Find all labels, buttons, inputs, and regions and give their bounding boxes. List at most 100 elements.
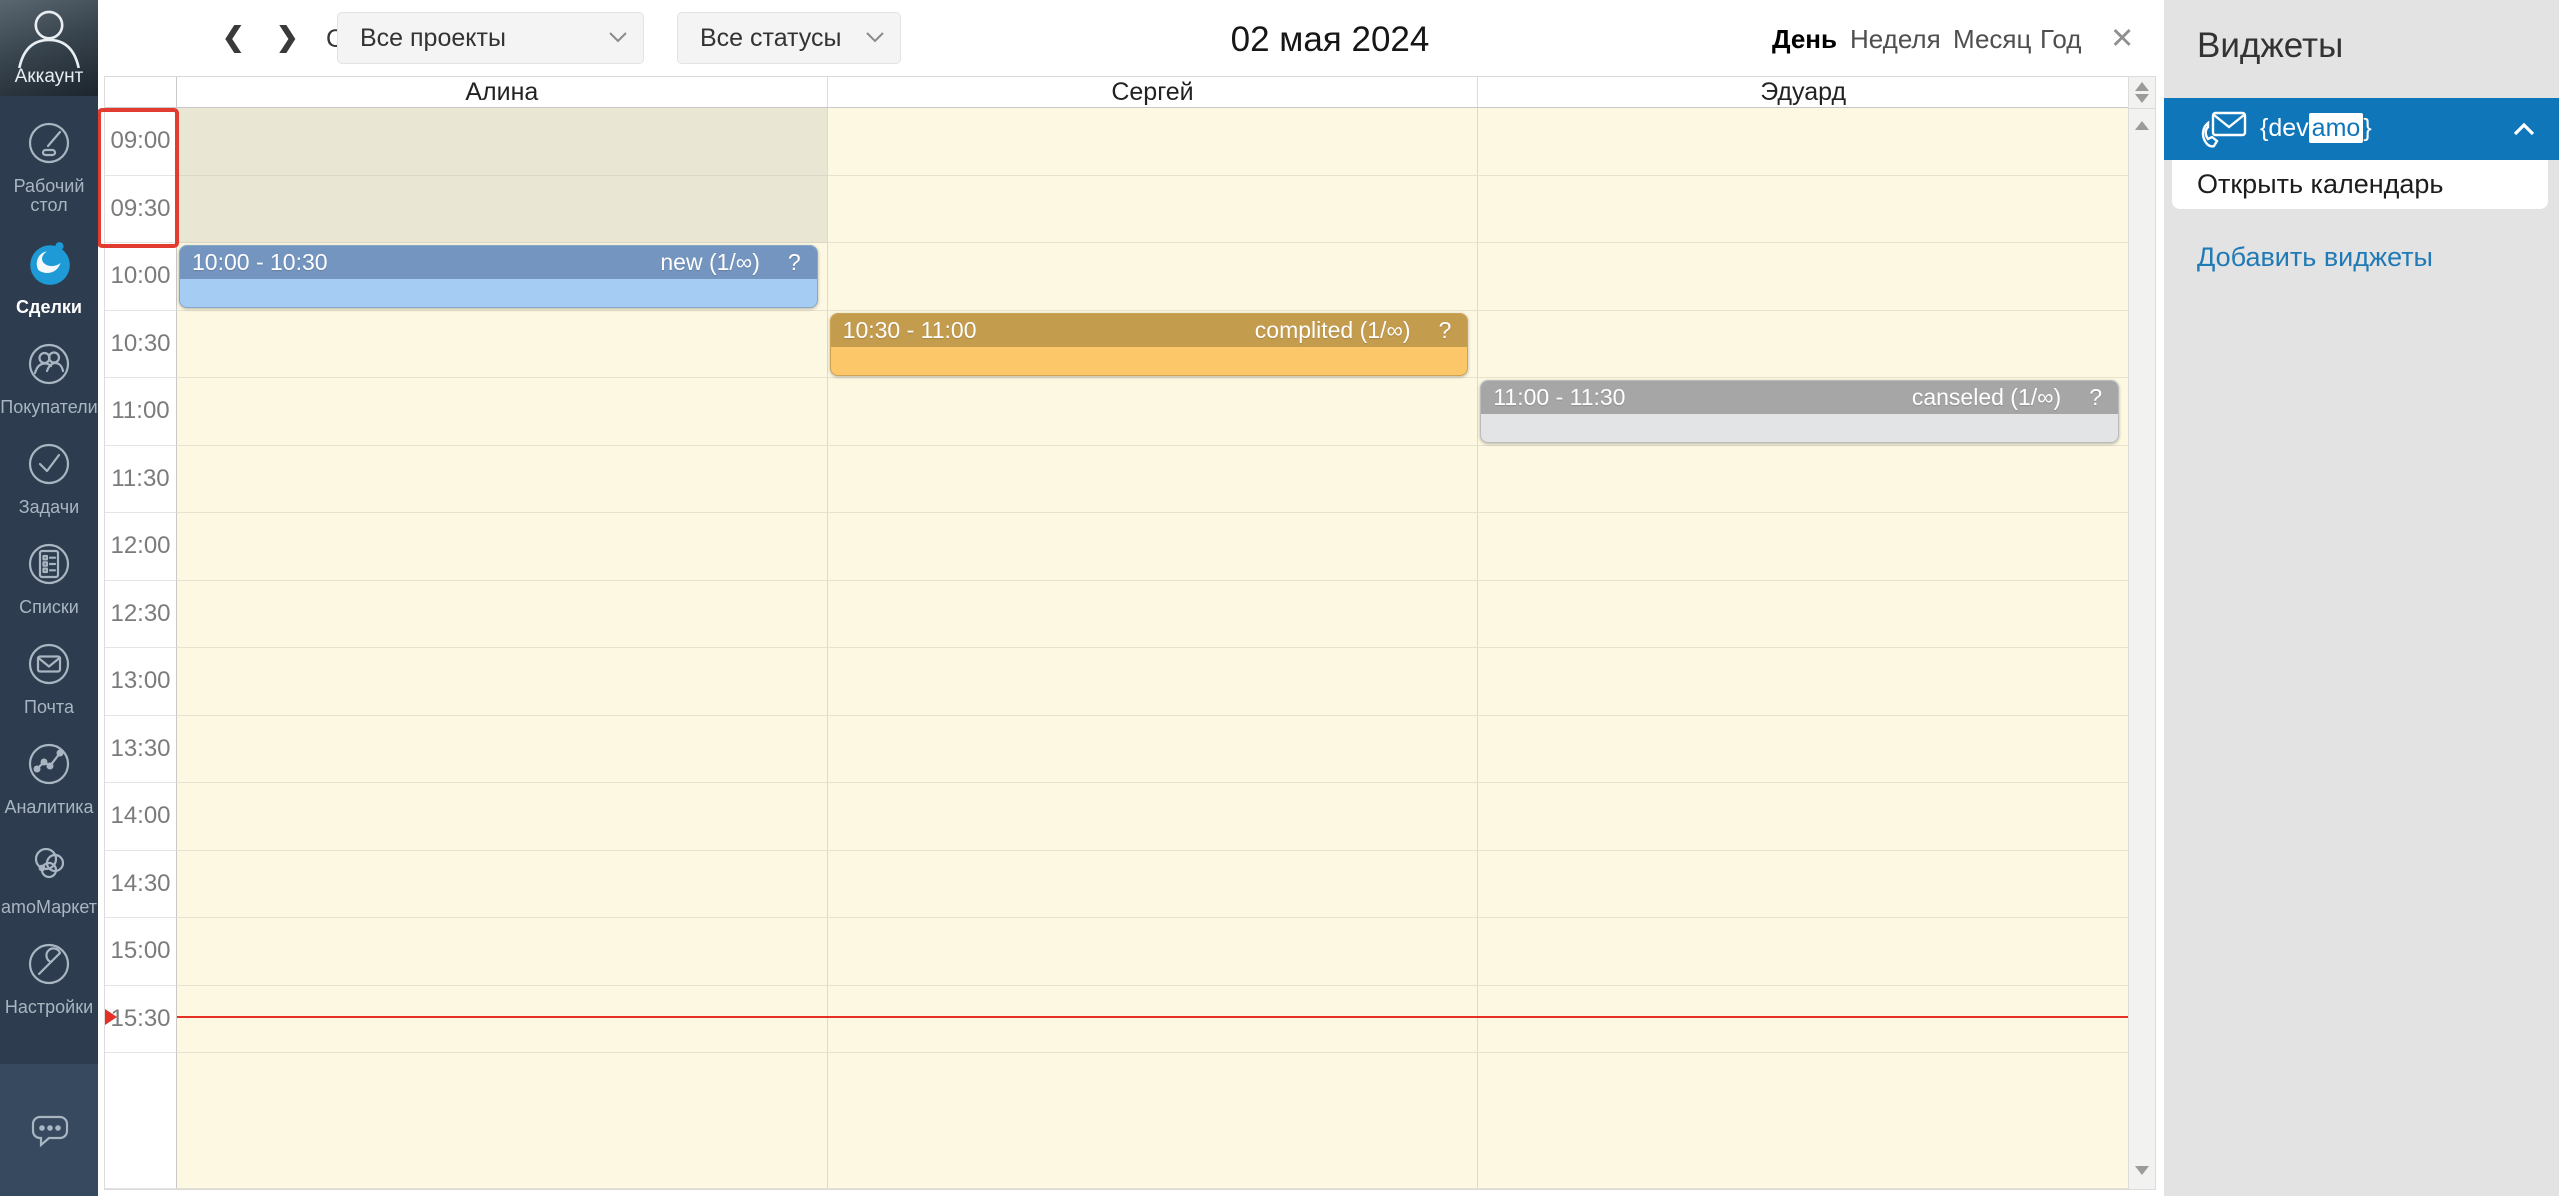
calendar-row: 11:30 [105,446,2129,514]
calendar-cell[interactable] [1478,783,2129,851]
calendar-cell[interactable] [1478,581,2129,649]
sidebar: Аккаунт Рабочий стол Сделки Покупатели Зада… [0,0,98,1196]
sidebar-item-label: Сделки [14,298,84,317]
calendar-cell[interactable] [828,918,1479,986]
event-time-range: 11:00 - 11:30 [1481,384,1625,411]
calendar-cell[interactable] [177,783,828,851]
chevron-down-icon [609,31,627,43]
calendar-row [105,1053,2129,1189]
open-calendar-menu-item[interactable]: Открыть календарь [2172,160,2548,209]
sidebar-item-2[interactable]: Покупатели [0,340,98,417]
calendar-cell[interactable] [177,1053,828,1189]
calendar-cell[interactable] [1478,918,2129,986]
sidebar-item-1[interactable]: Сделки [0,238,98,317]
tasks-icon [25,440,73,493]
calendar-cell[interactable] [828,446,1479,514]
time-label: 11:00 [105,378,177,446]
calendar-cell[interactable] [828,581,1479,649]
calendar-cell[interactable] [177,648,828,716]
chevron-down-icon [866,31,884,43]
calendar-cell[interactable] [1478,1053,2129,1189]
event-header: 10:30 - 11:00complited (1/∞)? [831,314,1468,347]
calendar-cell[interactable] [177,108,828,176]
calendar-cell[interactable] [1478,513,2129,581]
event-help-icon[interactable]: ? [788,249,817,276]
sidebar-item-label: Задачи [17,498,81,517]
calendar-cell[interactable] [828,986,1479,1054]
calendar-cell[interactable] [1478,243,2129,311]
devamo-widget-header[interactable]: {devamo} [2164,98,2559,160]
calendar-cell[interactable] [1478,446,2129,514]
calendar-cell[interactable] [177,378,828,446]
calendar-cell[interactable] [1478,851,2129,919]
view-tab-2[interactable]: Месяц [1953,24,2031,55]
calendar-header-corner [105,77,177,107]
view-tab-3[interactable]: Год [2040,24,2081,55]
event-help-icon[interactable]: ? [1439,317,1468,344]
sidebar-item-3[interactable]: Задачи [0,440,98,517]
calendar-cell[interactable] [1478,716,2129,784]
event-help-icon[interactable]: ? [2089,384,2118,411]
calendar-cell[interactable] [1478,176,2129,244]
widget-name: {devamo} [2260,114,2372,143]
calendar-cell[interactable] [177,176,828,244]
sidebar-item-5[interactable]: Почта [0,640,98,717]
calendar-row: 14:30 [105,851,2129,919]
calendar-cell[interactable] [828,108,1479,176]
calendar-cell[interactable] [177,513,828,581]
calendar-cell[interactable] [828,176,1479,244]
calendar-cell[interactable] [828,783,1479,851]
support-chat-icon [25,1106,73,1154]
calendar-grid: 09:0009:3010:0010:3011:0011:3012:0012:30… [105,108,2129,1189]
sidebar-item-7[interactable]: amoМаркет [0,840,98,917]
close-icon[interactable]: ✕ [2110,21,2134,56]
scrollbar-up-arrow[interactable] [2135,121,2149,130]
calendar-cell[interactable] [177,851,828,919]
buyers-icon [25,340,73,393]
calendar-cell[interactable] [1478,648,2129,716]
column-header-2: Эдуард [1478,77,2129,107]
event-complited[interactable]: 10:30 - 11:00complited (1/∞)? [830,313,1469,376]
sidebar-item-4[interactable]: Списки [0,540,98,617]
calendar-cell[interactable] [1478,311,2129,379]
calendar-cell[interactable] [177,716,828,784]
calendar-cell[interactable] [177,446,828,514]
support-chat-button[interactable] [0,1064,98,1196]
event-time-range: 10:30 - 11:00 [831,317,977,344]
calendar-cell[interactable] [1478,986,2129,1054]
calendar-cell[interactable] [177,581,828,649]
dashboard-icon [25,119,73,172]
time-label: 14:30 [105,851,177,919]
event-status-badge: canseled (1/∞) [1912,384,2061,411]
next-day-button[interactable]: ❯ [276,22,299,53]
calendar-cell[interactable] [828,513,1479,581]
sidebar-item-account[interactable]: Аккаунт [0,0,98,96]
event-canseled[interactable]: 11:00 - 11:30 canseled (1/∞)? [1480,380,2119,443]
sidebar-item-0[interactable]: Рабочий стол [0,119,98,215]
view-tab-1[interactable]: Неделя [1850,24,1941,55]
sidebar-item-6[interactable]: Аналитика [0,740,98,817]
calendar-cell[interactable] [828,378,1479,446]
sidebar-item-8[interactable]: Настройки [0,940,98,1017]
statuses-filter-value: Все статусы [700,13,841,63]
calendar-cell[interactable] [828,243,1479,311]
event-time-range: 10:00 - 10:30 [180,249,328,276]
calendar-cell[interactable] [177,986,828,1054]
scrollbar-down-arrow[interactable] [2135,1166,2149,1175]
calendar-cell[interactable] [828,648,1479,716]
statuses-filter-dropdown[interactable]: Все статусы [677,12,901,64]
calendar-cell[interactable] [177,918,828,986]
projects-filter-dropdown[interactable]: Все проекты [337,12,644,64]
view-tab-0[interactable]: День [1772,24,1837,55]
devamo-mail-phone-icon [2196,106,2250,152]
calendar-cell[interactable] [828,1053,1479,1189]
calendar-cell[interactable] [177,311,828,379]
event-new[interactable]: 10:00 - 10:30new (1/∞)? [179,245,818,308]
calendar-cell[interactable] [1478,108,2129,176]
calendar-cell[interactable] [828,716,1479,784]
add-widgets-link[interactable]: Добавить виджеты [2197,242,2433,273]
scroll-step-down-icon[interactable] [2135,94,2149,103]
scroll-step-up-icon[interactable] [2135,82,2149,91]
prev-day-button[interactable]: ❮ [222,22,245,53]
calendar-cell[interactable] [828,851,1479,919]
